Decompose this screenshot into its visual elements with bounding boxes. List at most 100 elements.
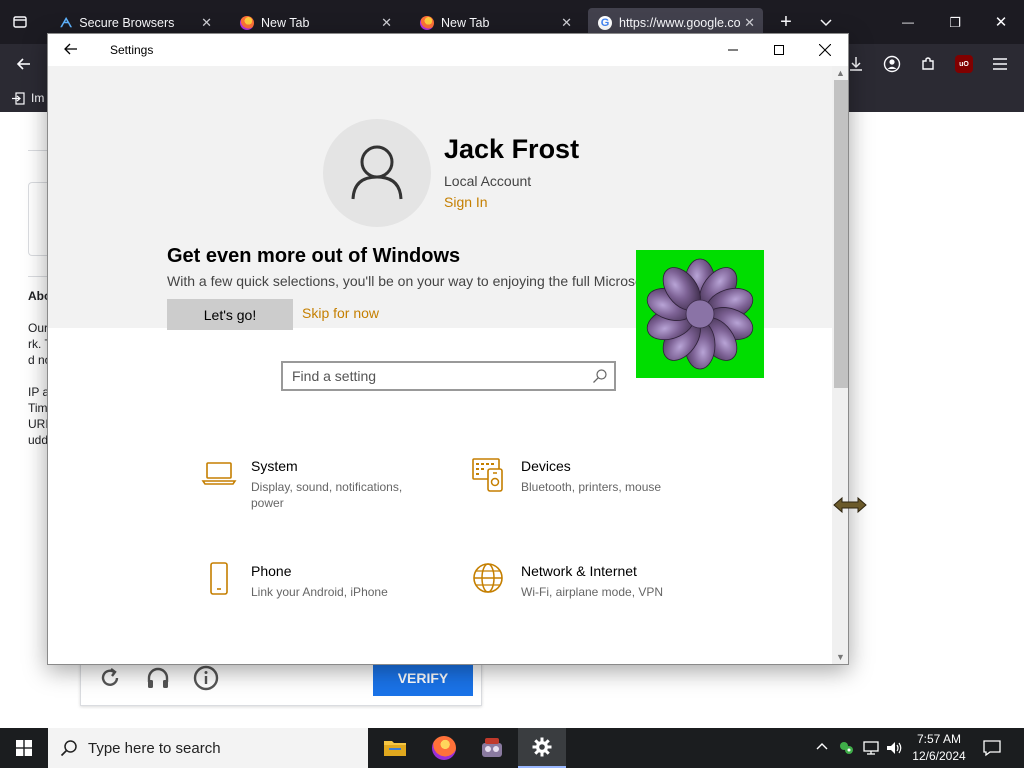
app-icon [482, 738, 502, 757]
browser-minimize-button[interactable]: — [898, 12, 918, 32]
body-text: Our [28, 321, 49, 335]
clock-time[interactable]: 7:57 AM [912, 732, 966, 746]
category-description: Display, sound, notifications, power [251, 480, 403, 510]
network-icon[interactable] [862, 740, 880, 759]
settings-gear-icon [532, 737, 552, 757]
firefox-icon [420, 16, 434, 30]
category-devices[interactable]: Devices Bluetooth, printers, mouse [471, 457, 731, 517]
category-description: Bluetooth, printers, mouse [521, 480, 662, 494]
ublock-origin-icon[interactable]: uO [954, 54, 974, 74]
category-description: Wi-Fi, airplane mode, VPN [521, 585, 664, 599]
find-setting-search[interactable] [281, 361, 616, 391]
vertical-scrollbar[interactable]: ▲ ▼ [832, 66, 848, 664]
resize-cursor-icon [833, 496, 867, 514]
windows-taskbar: Type here to search 7:57 AM 12/6/2024 [0, 728, 1024, 768]
user-icon [351, 145, 403, 200]
reload-icon[interactable] [95, 663, 125, 693]
avatar[interactable] [323, 119, 431, 227]
back-arrow-icon[interactable] [14, 54, 34, 74]
firefox-icon [432, 736, 456, 760]
verify-button[interactable]: VERIFY [373, 660, 473, 696]
start-button[interactable] [0, 728, 48, 768]
sign-in-link[interactable]: Sign In [444, 194, 488, 210]
back-arrow-icon[interactable] [64, 42, 80, 58]
promo-title: Get even more out of Windows [167, 245, 461, 267]
divider [28, 276, 48, 277]
close-tab-icon[interactable]: ✕ [201, 15, 212, 31]
laptop-icon [201, 462, 237, 485]
category-network-internet[interactable]: Network & Internet Wi-Fi, airplane mode,… [471, 562, 731, 622]
extensions-icon[interactable] [918, 54, 938, 74]
phone-icon [210, 562, 228, 595]
windows-logo-icon [16, 740, 32, 756]
floating-flower-image [636, 250, 764, 378]
import-icon [12, 91, 25, 105]
search-input[interactable] [283, 363, 588, 389]
browser-close-button[interactable]: ✕ [991, 12, 1011, 32]
chevron-down-icon[interactable] [816, 12, 836, 32]
new-tab-icon[interactable]: + [776, 12, 796, 32]
search-icon [593, 369, 607, 383]
category-description: Link your Android, iPhone [251, 585, 388, 599]
minimize-button[interactable] [710, 34, 756, 66]
firefox-view-icon[interactable] [10, 12, 30, 32]
card-edge [28, 182, 47, 256]
body-text: udd [28, 433, 49, 447]
flower-icon [646, 258, 754, 370]
category-name: System [251, 458, 298, 474]
account-icon[interactable] [882, 54, 902, 74]
skip-for-now-link[interactable]: Skip for now [302, 305, 379, 321]
taskbar-settings[interactable] [518, 728, 566, 768]
user-name: Jack Frost [444, 134, 580, 164]
scroll-down-arrow-icon[interactable]: ▼ [836, 652, 845, 662]
clock-date[interactable]: 12/6/2024 [908, 749, 970, 763]
tab-label: Secure Browsers [79, 16, 175, 30]
file-explorer-icon [384, 741, 406, 756]
tray-app-icon[interactable] [838, 740, 854, 759]
hamburger-menu-icon[interactable] [990, 54, 1010, 74]
taskbar-firefox[interactable] [420, 728, 468, 768]
body-text: Tim [28, 401, 48, 415]
category-name: Phone [251, 563, 292, 579]
secure-browsers-favicon: ᗅ [60, 15, 73, 30]
divider [28, 150, 48, 151]
settings-title-bar[interactable]: Settings [48, 34, 848, 66]
account-type: Local Account [444, 173, 532, 189]
bookmark-import[interactable]: Im [12, 91, 44, 105]
taskbar-file-explorer[interactable] [371, 728, 419, 768]
taskbar-search-placeholder: Type here to search [88, 740, 221, 757]
globe-icon [473, 563, 503, 593]
body-text: IP a [28, 385, 50, 399]
taskbar-app[interactable] [468, 728, 516, 768]
headphones-icon[interactable] [143, 663, 173, 693]
close-tab-icon[interactable]: ✕ [744, 15, 755, 31]
notifications-icon[interactable] [983, 739, 1001, 760]
category-name: Network & Internet [521, 563, 637, 579]
close-tab-icon[interactable]: ✕ [381, 15, 392, 31]
scroll-up-arrow-icon[interactable]: ▲ [836, 68, 845, 78]
category-phone[interactable]: Phone Link your Android, iPhone [201, 562, 461, 622]
tab-label: New Tab [261, 16, 310, 30]
category-system[interactable]: System Display, sound, notifications, po… [201, 457, 461, 517]
close-tab-icon[interactable]: ✕ [561, 15, 572, 31]
firefox-icon [240, 16, 254, 30]
close-button[interactable] [802, 34, 848, 66]
tab-label: New Tab [441, 16, 490, 30]
download-icon[interactable] [846, 54, 866, 74]
bookmark-label: Im [31, 91, 45, 105]
google-icon: G [598, 16, 612, 30]
info-icon[interactable] [191, 663, 221, 693]
window-title: Settings [110, 43, 154, 57]
devices-icon [472, 458, 503, 492]
tab-label: https://www.google.co [619, 16, 741, 30]
body-text: URI [28, 417, 49, 431]
volume-icon[interactable] [886, 740, 904, 759]
browser-restore-button[interactable]: ❐ [945, 12, 965, 32]
search-icon [60, 740, 77, 757]
tray-chevron-up-icon[interactable] [816, 740, 828, 756]
category-name: Devices [521, 458, 571, 474]
lets-go-button[interactable]: Let's go! [167, 299, 293, 330]
maximize-button[interactable] [756, 34, 802, 66]
taskbar-search[interactable]: Type here to search [48, 728, 368, 768]
scrollbar-thumb[interactable] [834, 80, 848, 388]
